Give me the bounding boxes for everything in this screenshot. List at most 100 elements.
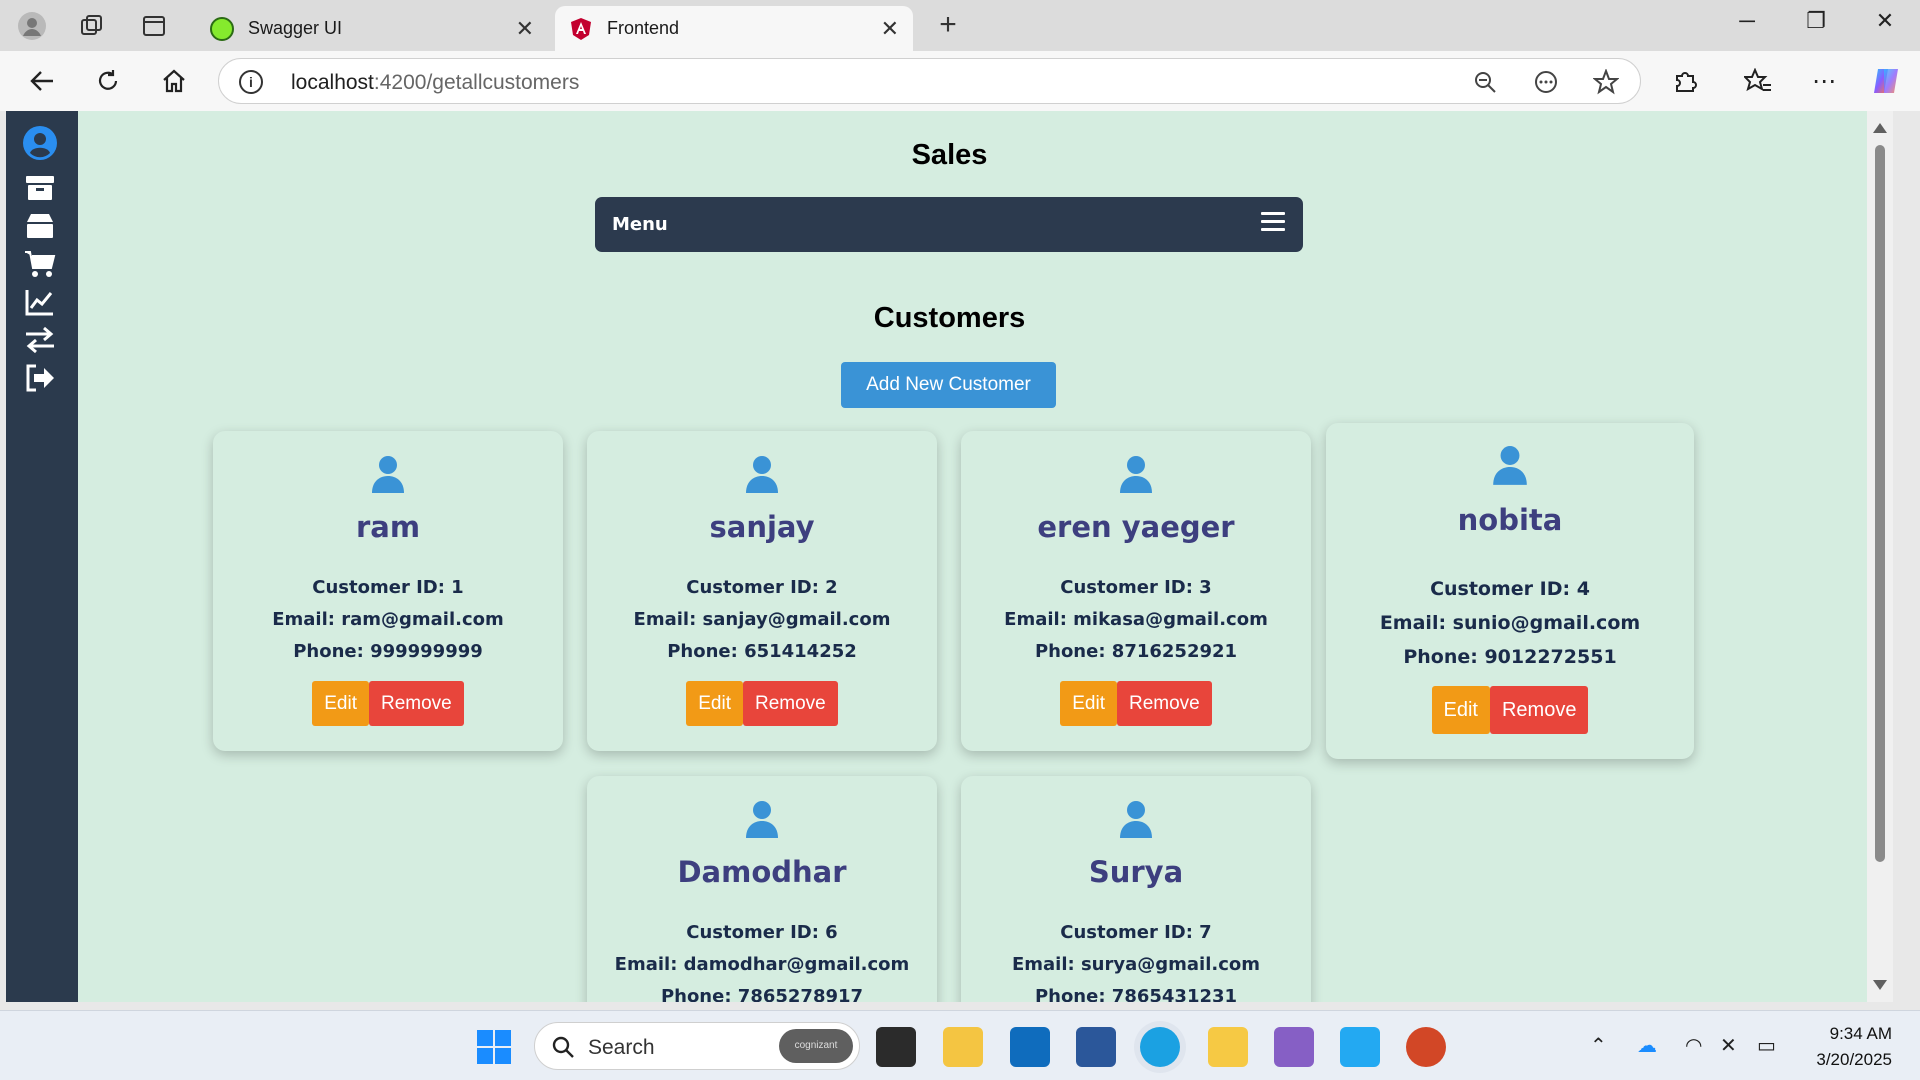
close-tab-icon[interactable]: ✕ <box>516 16 534 42</box>
browser-toolbar: i localhost:4200/getallcustomers ⋯ <box>0 51 1920 111</box>
customer-phone: Phone: 9012272551 <box>1403 646 1617 668</box>
battery-icon[interactable]: ▭ <box>1757 1033 1776 1058</box>
customer-card: Damodhar Customer ID: 6 Email: damodhar@… <box>587 776 937 1002</box>
new-tab-icon[interactable]: + <box>930 8 966 42</box>
edit-button[interactable]: Edit <box>1431 686 1490 734</box>
refresh-icon[interactable] <box>88 63 128 99</box>
workspaces-icon[interactable] <box>74 8 110 44</box>
snipping-tool-icon[interactable] <box>1208 1027 1248 1067</box>
profile-icon[interactable] <box>14 8 50 44</box>
hamburger-menu-icon[interactable] <box>1261 212 1285 232</box>
customer-name: Damodhar <box>677 855 847 889</box>
clock-time: 9:34 AM <box>1829 1024 1892 1043</box>
customer-email: Email: sanjay@gmail.com <box>633 609 891 630</box>
settings-more-icon[interactable]: ⋯ <box>1804 63 1844 99</box>
edge-browser-icon[interactable] <box>1140 1027 1180 1067</box>
menu-label: Menu <box>612 214 668 235</box>
task-view-icon[interactable] <box>876 1027 916 1067</box>
page-viewport: Sales Menu Customers Add New Customer ra… <box>6 111 1893 1002</box>
remove-button[interactable]: Remove <box>1117 681 1212 726</box>
remove-button[interactable]: Remove <box>1489 686 1589 734</box>
taskbar-search[interactable]: Search cognizant <box>534 1022 860 1070</box>
show-hidden-icons-icon[interactable]: ⌃ <box>1590 1033 1607 1058</box>
archive-icon[interactable] <box>22 172 58 204</box>
windows-start-icon[interactable] <box>474 1027 514 1067</box>
browser-tab-strip: Swagger UI ✕ Frontend ✕ + ─ ❐ ✕ <box>0 0 1920 51</box>
edit-button[interactable]: Edit <box>686 681 743 726</box>
zoom-out-icon[interactable] <box>1470 68 1500 96</box>
address-bar[interactable]: i localhost:4200/getallcustomers <box>218 58 1641 104</box>
customer-phone: Phone: 651414252 <box>667 641 857 662</box>
copilot-icon[interactable] <box>1866 63 1906 99</box>
edit-button[interactable]: Edit <box>1060 681 1117 726</box>
customer-name: sanjay <box>709 510 815 544</box>
customer-id: Customer ID: 2 <box>686 577 838 598</box>
tab-actions-icon[interactable] <box>136 8 172 44</box>
swagger-favicon-icon <box>210 16 234 41</box>
edit-button[interactable]: Edit <box>312 681 369 726</box>
logout-icon[interactable] <box>22 362 58 394</box>
taskbar: Search cognizant ⌃ ☁ ◠ ✕ ▭ 9:34 AM 3/20/… <box>0 1010 1920 1080</box>
remove-button[interactable]: Remove <box>369 681 464 726</box>
system-clock[interactable]: 9:34 AM 3/20/2025 <box>1816 1021 1892 1073</box>
extensions-icon[interactable] <box>1665 63 1705 99</box>
scrollbar-thumb[interactable] <box>1875 145 1885 862</box>
search-badge: cognizant <box>779 1029 853 1063</box>
home-icon[interactable] <box>154 63 194 99</box>
close-window-icon[interactable]: ✕ <box>1865 8 1905 34</box>
person-icon <box>746 801 778 838</box>
customer-card: Surya Customer ID: 7 Email: surya@gmail.… <box>961 776 1311 1002</box>
customer-name: Surya <box>1088 855 1184 889</box>
clock-date: 3/20/2025 <box>1816 1050 1892 1069</box>
tab-frontend[interactable]: Frontend ✕ <box>555 6 913 51</box>
person-icon <box>746 456 778 493</box>
site-info-icon[interactable]: i <box>239 70 263 94</box>
tab-title: Frontend <box>607 18 680 38</box>
sidebar <box>6 111 78 1002</box>
back-icon[interactable] <box>22 63 62 99</box>
page-title: Sales <box>911 139 988 171</box>
cart-icon[interactable] <box>22 248 58 280</box>
add-new-customer-button[interactable]: Add New Customer <box>841 362 1056 408</box>
scroll-up-icon[interactable] <box>1873 123 1887 133</box>
minimize-icon[interactable]: ─ <box>1727 8 1767 34</box>
customer-id: Customer ID: 3 <box>1060 577 1212 598</box>
favorites-icon[interactable] <box>1738 63 1778 99</box>
customer-id: Customer ID: 1 <box>312 577 464 598</box>
vscode-icon[interactable] <box>1340 1027 1380 1067</box>
person-icon <box>372 456 404 493</box>
url-text[interactable]: localhost:4200/getallcustomers <box>291 71 579 95</box>
scroll-down-icon[interactable] <box>1873 980 1887 990</box>
search-icon <box>552 1036 574 1058</box>
customer-id: Customer ID: 7 <box>1060 922 1212 943</box>
wifi-icon[interactable]: ◠ <box>1685 1033 1702 1058</box>
volume-muted-icon[interactable]: ✕ <box>1720 1033 1737 1058</box>
favorite-star-icon[interactable] <box>1591 68 1621 96</box>
customer-id: Customer ID: 4 <box>1430 578 1590 600</box>
restore-icon[interactable]: ❐ <box>1796 8 1836 34</box>
tab-swagger-ui[interactable]: Swagger UI ✕ <box>196 6 548 51</box>
customer-name: ram <box>355 510 421 544</box>
remove-button[interactable]: Remove <box>743 681 838 726</box>
person-icon <box>1493 446 1527 485</box>
customer-card: sanjay Customer ID: 2 Email: sanjay@gmai… <box>587 431 937 751</box>
file-explorer-icon[interactable] <box>943 1027 983 1067</box>
outlook-icon[interactable] <box>1010 1027 1050 1067</box>
visual-studio-icon[interactable] <box>1274 1027 1314 1067</box>
customer-phone: Phone: 7865431231 <box>1034 986 1238 1002</box>
customer-name: eren yaeger <box>1037 510 1235 544</box>
customer-email: Email: mikasa@gmail.com <box>1004 609 1268 630</box>
onedrive-icon[interactable]: ☁ <box>1637 1033 1657 1058</box>
customer-id: Customer ID: 6 <box>686 922 838 943</box>
customer-phone: Phone: 8716252921 <box>1034 641 1238 662</box>
box-icon[interactable] <box>22 210 58 242</box>
powerpoint-icon[interactable] <box>1406 1027 1446 1067</box>
navbar: Menu <box>595 197 1303 252</box>
close-tab-icon[interactable]: ✕ <box>881 16 899 42</box>
tab-title: Swagger UI <box>248 18 343 38</box>
person-icon <box>1120 801 1152 838</box>
more-tools-icon[interactable] <box>1531 68 1561 96</box>
store-icon[interactable] <box>1076 1027 1116 1067</box>
page-scrollbar[interactable] <box>1867 111 1893 1002</box>
customer-email: Email: surya@gmail.com <box>1011 954 1261 975</box>
